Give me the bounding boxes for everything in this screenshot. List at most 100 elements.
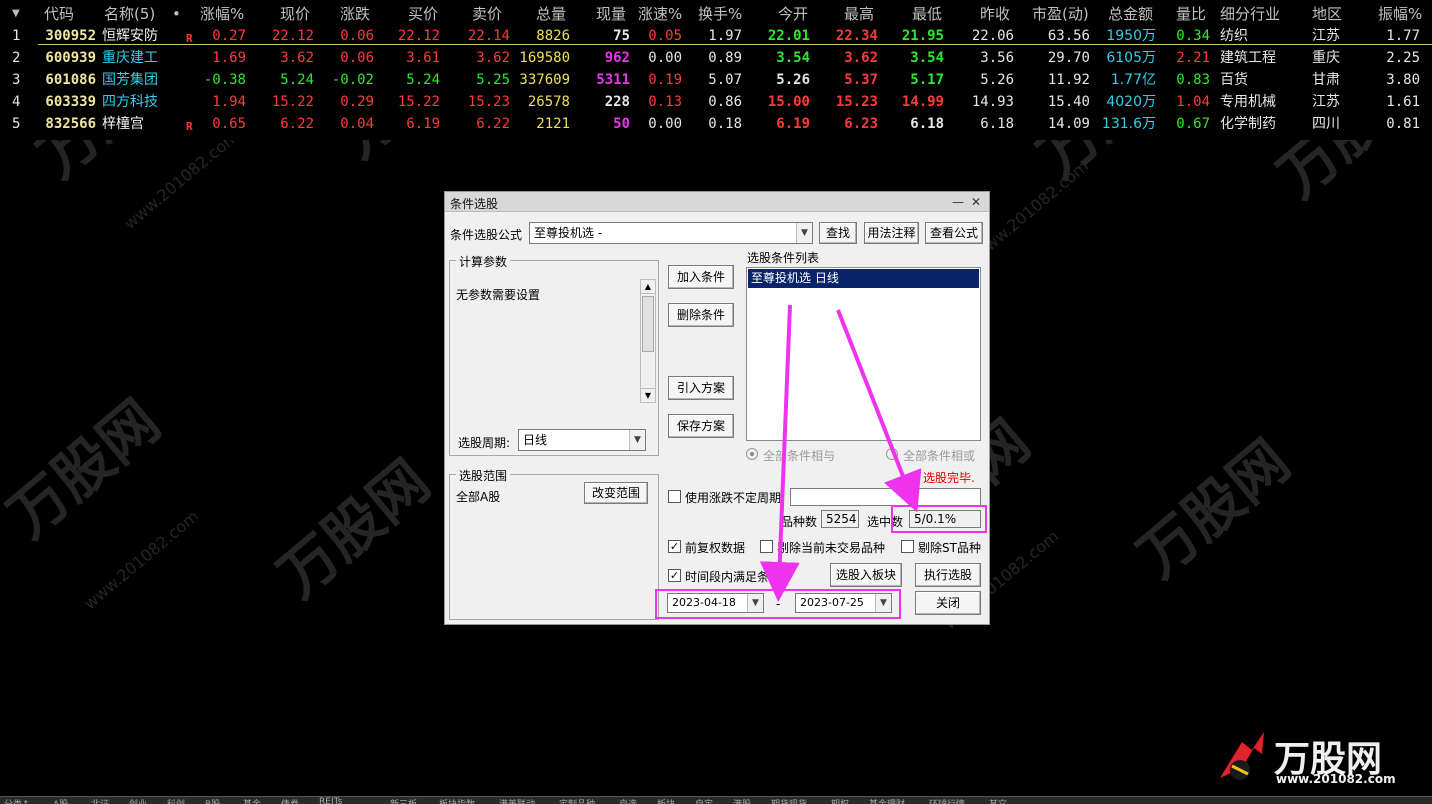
- view-formula-button[interactable]: 查看公式: [925, 222, 983, 244]
- market-tab[interactable]: 基金: [243, 797, 261, 804]
- change-range-button[interactable]: 改变范围: [584, 482, 648, 504]
- column-header[interactable]: 涨速%: [638, 3, 682, 25]
- cell-vol-ratio: 0.67: [1176, 116, 1210, 132]
- scroll-down-icon[interactable]: ▼: [641, 388, 655, 402]
- table-row[interactable]: 3 601086 国芳集团 -0.38 5.24 -0.02 5.24 5.25 337609 5…: [0, 69, 1432, 91]
- column-header[interactable]: 细分行业: [1220, 3, 1280, 25]
- remove-nontrade-checkbox[interactable]: [760, 540, 773, 553]
- market-tab[interactable]: 新三板: [390, 797, 417, 804]
- usage-notes-button[interactable]: 用法注释: [864, 222, 919, 244]
- watermark-text: 万股网: [265, 447, 442, 611]
- market-tab[interactable]: 北证: [91, 797, 109, 804]
- condition-list-item[interactable]: 至尊投机选 日线: [748, 269, 979, 288]
- radio-all-or-label: 全部条件相或: [903, 449, 976, 463]
- market-tab[interactable]: 科创: [167, 797, 185, 804]
- market-tab[interactable]: 港股: [733, 797, 751, 804]
- save-scheme-button[interactable]: 保存方案: [668, 414, 734, 438]
- period-label: 选股周期:: [458, 436, 511, 450]
- market-tab[interactable]: 其它: [989, 797, 1007, 804]
- market-tab[interactable]: B股: [205, 797, 220, 804]
- column-header[interactable]: 市盈(动): [1032, 3, 1089, 25]
- column-header[interactable]: 最低: [912, 3, 942, 25]
- column-header[interactable]: 总金额: [1108, 3, 1153, 25]
- market-tab[interactable]: REITs: [319, 797, 342, 804]
- column-header[interactable]: 现价: [280, 3, 310, 25]
- use-change-period-checkbox[interactable]: [668, 490, 681, 503]
- column-header[interactable]: 卖价: [472, 3, 502, 25]
- forward-adjust-checkbox[interactable]: ✓: [668, 540, 681, 553]
- import-scheme-button[interactable]: 引入方案: [668, 376, 734, 400]
- column-header[interactable]: •: [172, 3, 181, 25]
- chevron-down-icon[interactable]: ▼: [747, 594, 763, 612]
- market-tab[interactable]: 创业: [129, 797, 147, 804]
- market-tab[interactable]: 自选: [619, 797, 637, 804]
- table-menu-icon[interactable]: ▼: [12, 3, 20, 25]
- column-header[interactable]: 涨幅%: [200, 3, 244, 25]
- table-row[interactable]: 5 832566 梓橦宫 R 0.65 6.22 0.04 6.19 6.22 2121 50 0.0…: [0, 113, 1432, 135]
- table-row[interactable]: 4 603339 四方科技 1.94 15.22 0.29 15.22 15.23 26578 2…: [0, 91, 1432, 113]
- add-to-block-button[interactable]: 选股入板块: [830, 563, 902, 587]
- column-header[interactable]: 昨收: [980, 3, 1010, 25]
- column-header[interactable]: 买价: [408, 3, 438, 25]
- period-select[interactable]: 日线 ▼: [518, 429, 646, 451]
- chevron-down-icon[interactable]: ▼: [796, 223, 812, 243]
- radio-all-or[interactable]: [886, 448, 898, 460]
- scrollbar-thumb[interactable]: [642, 296, 654, 352]
- minimize-icon[interactable]: —: [949, 193, 967, 211]
- market-tab[interactable]: 板块: [657, 797, 675, 804]
- column-header[interactable]: 振幅%: [1378, 3, 1422, 25]
- column-header[interactable]: 地区: [1312, 3, 1342, 25]
- cell-vol-ratio: 2.21: [1176, 50, 1210, 66]
- cell-industry: 化学制药: [1220, 116, 1276, 132]
- market-tab[interactable]: 环球行情: [929, 797, 965, 804]
- remove-st-checkbox[interactable]: [901, 540, 914, 553]
- market-tab[interactable]: 港美联动: [499, 797, 535, 804]
- cell-bid: 5.24: [406, 72, 440, 88]
- market-tab[interactable]: 基金理财: [869, 797, 905, 804]
- cell-bid: 15.22: [397, 94, 440, 110]
- find-button[interactable]: 查找: [819, 222, 857, 244]
- market-tab[interactable]: 期权: [831, 797, 849, 804]
- cell-open: 3.54: [776, 50, 810, 66]
- column-header[interactable]: 换手%: [698, 3, 742, 25]
- date-to-picker[interactable]: 2023-07-25 ▼: [795, 593, 892, 613]
- delete-condition-button[interactable]: 删除条件: [668, 303, 734, 327]
- params-scrollbar[interactable]: ▲ ▼: [640, 279, 656, 403]
- add-condition-button[interactable]: 加入条件: [668, 265, 734, 289]
- cell-turnover: 0.86: [708, 94, 742, 110]
- market-tab[interactable]: 板块指数: [439, 797, 475, 804]
- scroll-up-icon[interactable]: ▲: [641, 280, 655, 294]
- chevron-down-icon[interactable]: ▼: [629, 430, 645, 450]
- market-tab[interactable]: 期货现货: [771, 797, 807, 804]
- column-header[interactable]: 总量: [536, 3, 566, 25]
- close-icon[interactable]: ✕: [967, 193, 985, 211]
- table-header: ▼ 代码 名称(5) • 涨幅% 现价 涨跌 买价 卖价 总量 现量 涨速% 换手% 今开 最高 最低 昨收 市盈…: [0, 3, 1432, 25]
- cell-region: 四川: [1312, 116, 1340, 132]
- condition-list[interactable]: 至尊投机选 日线: [746, 267, 981, 441]
- column-header[interactable]: 涨跌: [340, 3, 370, 25]
- market-tab[interactable]: 自定: [695, 797, 713, 804]
- watermark-text: 万股网: [1125, 427, 1302, 591]
- column-header[interactable]: 今开: [778, 3, 808, 25]
- period-condition-checkbox[interactable]: ✓: [668, 569, 681, 582]
- market-tab[interactable]: A股: [53, 797, 68, 804]
- cell-high: 15.23: [835, 94, 878, 110]
- column-header[interactable]: 名称(5): [104, 3, 155, 25]
- market-tab[interactable]: 分类↑: [4, 797, 30, 804]
- close-button[interactable]: 关闭: [915, 591, 981, 615]
- column-header[interactable]: 量比: [1176, 3, 1206, 25]
- column-header[interactable]: 最高: [844, 3, 874, 25]
- market-tab[interactable]: 债券: [281, 797, 299, 804]
- change-period-input[interactable]: [790, 488, 981, 506]
- formula-select[interactable]: 至尊投机选 - ▼: [529, 222, 813, 244]
- market-tab[interactable]: 定制品种: [559, 797, 595, 804]
- chevron-down-icon[interactable]: ▼: [875, 594, 891, 612]
- cell-prev-close: 14.93: [971, 94, 1014, 110]
- column-header[interactable]: 代码: [44, 3, 74, 25]
- date-from-picker[interactable]: 2023-04-18 ▼: [667, 593, 764, 613]
- radio-all-and[interactable]: [746, 448, 758, 460]
- table-row[interactable]: 2 600939 重庆建工 1.69 3.62 0.06 3.61 3.62 169580 962…: [0, 47, 1432, 69]
- column-header[interactable]: 现量: [596, 3, 626, 25]
- execute-button[interactable]: 执行选股: [915, 563, 981, 587]
- dialog-titlebar[interactable]: 条件选股 — ✕: [445, 192, 989, 212]
